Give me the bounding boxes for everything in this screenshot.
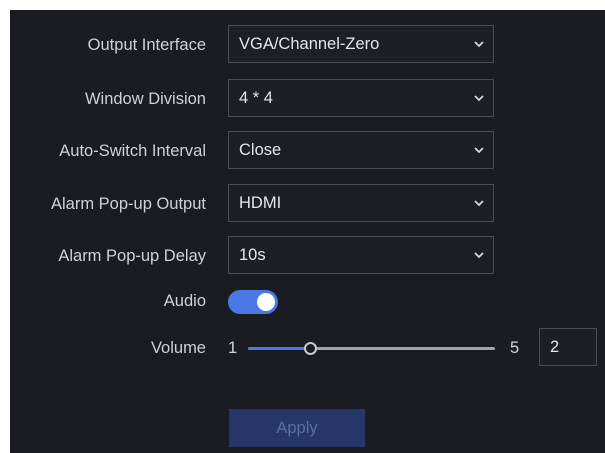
- volume-slider-thumb[interactable]: [303, 342, 317, 355]
- auto-switch-interval-row: Auto-Switch Interval Close: [10, 131, 605, 171]
- alarm-popup-output-value: HDMI: [239, 194, 282, 212]
- alarm-popup-delay-label: Alarm Pop-up Delay: [58, 247, 206, 265]
- chevron-down-icon: [474, 252, 484, 259]
- alarm-popup-delay-row: Alarm Pop-up Delay 10s: [10, 236, 605, 276]
- audio-label: Audio: [163, 292, 206, 310]
- output-interface-select[interactable]: VGA/Channel-Zero: [228, 25, 494, 63]
- volume-max-label: 5: [510, 339, 520, 357]
- apply-button[interactable]: Apply: [229, 409, 365, 447]
- window-division-value: 4 * 4: [239, 89, 273, 107]
- auto-switch-interval-select[interactable]: Close: [228, 131, 494, 169]
- display-settings-panel: Output Interface VGA/Channel-Zero Window…: [10, 10, 605, 453]
- alarm-popup-output-select[interactable]: HDMI: [228, 184, 494, 222]
- window-division-label: Window Division: [84, 90, 206, 108]
- volume-slider-fill: [248, 347, 310, 350]
- chevron-down-icon: [474, 147, 484, 154]
- chevron-down-icon: [474, 95, 484, 102]
- chevron-down-icon: [474, 41, 484, 48]
- volume-input[interactable]: 2: [539, 328, 597, 366]
- alarm-popup-delay-select[interactable]: 10s: [228, 236, 494, 274]
- audio-toggle-knob: [257, 293, 275, 311]
- output-interface-row: Output Interface VGA/Channel-Zero: [10, 25, 605, 65]
- output-interface-label: Output Interface: [87, 36, 206, 54]
- chevron-down-icon: [474, 200, 484, 207]
- volume-slider-track[interactable]: [248, 342, 495, 355]
- window-division-row: Window Division 4 * 4: [10, 79, 605, 119]
- alarm-popup-output-label: Alarm Pop-up Output: [51, 195, 206, 213]
- audio-toggle[interactable]: [228, 290, 278, 314]
- volume-row: Volume 1 5 2: [10, 328, 605, 368]
- output-interface-value: VGA/Channel-Zero: [239, 35, 380, 53]
- alarm-popup-output-row: Alarm Pop-up Output HDMI: [10, 184, 605, 224]
- alarm-popup-delay-value: 10s: [239, 246, 266, 264]
- volume-label: Volume: [150, 339, 206, 357]
- volume-min-label: 1: [228, 339, 238, 357]
- window-division-select[interactable]: 4 * 4: [228, 79, 494, 117]
- auto-switch-interval-label: Auto-Switch Interval: [59, 142, 206, 160]
- volume-input-value: 2: [550, 338, 560, 356]
- auto-switch-interval-value: Close: [239, 141, 282, 159]
- audio-row: Audio: [10, 281, 605, 321]
